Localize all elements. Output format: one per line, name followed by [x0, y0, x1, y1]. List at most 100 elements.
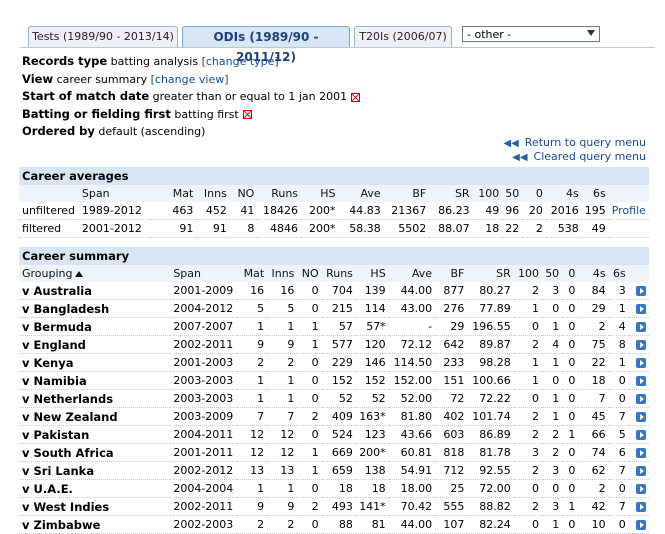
summary-cell: 0	[297, 479, 322, 498]
summary-cell: 1	[513, 353, 543, 372]
averages-header-cell: HS	[301, 185, 339, 202]
query-menu-links: ◀◀ Return to query menu ◀◀ Cleared query m…	[503, 136, 646, 164]
rewind-icon: ◀◀	[512, 152, 528, 163]
other-select-value: - other -	[467, 28, 512, 41]
summary-cell: 44.00	[388, 515, 436, 534]
averages-cell: 91	[196, 219, 230, 238]
arrow-right-icon[interactable]	[636, 430, 646, 440]
summary-header-cell: HS	[355, 265, 389, 282]
row-detail-cell	[628, 443, 649, 462]
arrow-right-icon[interactable]	[636, 286, 646, 296]
averages-header-cell: Runs	[257, 185, 302, 202]
summary-cell: 89.87	[467, 335, 514, 354]
summary-cell: 1	[513, 299, 543, 318]
summary-cell: 0	[297, 425, 322, 444]
arrow-right-icon[interactable]	[636, 412, 646, 422]
averages-header-cell: 4s	[545, 185, 582, 202]
averages-header-row: Span Mat Inns NO Runs HS Ave BF SR 100 50 0 4s 6s	[19, 185, 649, 202]
averages-cell: 18	[472, 219, 503, 238]
row-detail-cell	[628, 353, 649, 372]
summary-cell: 712	[435, 461, 468, 480]
cleared-link-label: Cleared query menu	[533, 150, 646, 163]
summary-header-cell: 50	[542, 265, 563, 282]
row-detail-cell	[628, 497, 649, 516]
summary-row: v Sri Lanka 2002-2012 13 13 1 659 138 54.91 712 9…	[19, 461, 649, 480]
change-type-link[interactable]: [change type]	[202, 55, 279, 68]
summary-header-cell: Mat	[236, 265, 268, 282]
query-summary: Records type batting analysis [change ty…	[22, 53, 361, 141]
arrow-right-icon[interactable]	[636, 304, 646, 314]
arrow-right-icon[interactable]	[636, 448, 646, 458]
summary-row: v Kenya 2001-2003 2 2 0 229 146 114.50 233 98.28 1…	[19, 353, 649, 372]
summary-header-cell: 4s	[578, 265, 609, 282]
summary-cell: 3	[542, 497, 563, 516]
opponent-name: v Zimbabwe	[19, 515, 171, 534]
summary-cell: 1	[236, 317, 268, 336]
summary-cell: 0	[608, 371, 629, 390]
summary-cell: 4	[542, 335, 563, 354]
summary-cell: 0	[562, 407, 579, 426]
return-to-query-menu-link[interactable]: ◀◀ Return to query menu	[503, 136, 646, 150]
tab-tests[interactable]: Tests (1989/90 - 2013/14)	[28, 26, 178, 47]
summary-cell: 2002-2003	[170, 515, 237, 534]
tab-odis[interactable]: ODIs (1989/90 - 2011/12)	[182, 26, 350, 64]
averages-cell: 2001-2012	[78, 219, 151, 238]
row-detail-cell	[628, 515, 649, 534]
row-detail-cell	[628, 479, 649, 498]
arrow-right-icon[interactable]	[636, 394, 646, 404]
arrow-right-icon[interactable]	[636, 466, 646, 476]
change-view-link[interactable]: [change view]	[151, 73, 229, 86]
summary-cell: 107	[435, 515, 468, 534]
summary-cell: 72.00	[467, 479, 514, 498]
summary-cell: 98.28	[467, 353, 514, 372]
summary-cell: 2	[513, 425, 543, 444]
remove-batting-first-icon[interactable]	[242, 110, 252, 119]
averages-cell: 2016	[545, 202, 582, 220]
arrow-right-icon[interactable]	[636, 340, 646, 350]
profile-link[interactable]: Profile	[608, 202, 649, 220]
summary-cell: 200*	[355, 443, 389, 462]
summary-cell: 2003-2003	[170, 371, 237, 390]
arrow-right-icon[interactable]	[636, 502, 646, 512]
arrow-right-icon[interactable]	[636, 520, 646, 530]
summary-cell: 3	[513, 443, 543, 462]
summary-cell: 82.24	[467, 515, 514, 534]
summary-row: v Netherlands 2003-2003 1 1 0 52 52 52.00 72 72.2…	[19, 389, 649, 408]
summary-cell: 1	[608, 299, 629, 318]
other-format-select[interactable]: - other -	[462, 26, 600, 42]
summary-cell: 77.89	[467, 299, 514, 318]
averages-header-cell: Span	[78, 185, 151, 202]
summary-cell: 493	[321, 497, 356, 516]
arrow-right-icon[interactable]	[636, 484, 646, 494]
arrow-right-icon[interactable]	[636, 358, 646, 368]
remove-start-date-icon[interactable]	[351, 92, 361, 102]
summary-cell: 1	[542, 515, 563, 534]
summary-cell: 66	[578, 425, 609, 444]
averages-cell: 200*	[301, 202, 339, 220]
career-averages-caption: Career averages	[19, 167, 649, 185]
summary-cell: 0	[562, 282, 579, 300]
chevron-down-icon	[587, 30, 595, 36]
summary-cell: 60.81	[388, 443, 436, 462]
arrow-right-icon[interactable]	[636, 376, 646, 386]
summary-cell: 0	[297, 515, 322, 534]
summary-cell: 146	[355, 353, 389, 372]
cleared-query-menu-link[interactable]: ◀◀ Cleared query menu	[503, 150, 646, 164]
summary-cell: 603	[435, 425, 468, 444]
averages-header-cell	[608, 185, 649, 202]
averages-header-cell	[19, 185, 79, 202]
arrow-right-icon[interactable]	[636, 322, 646, 332]
summary-cell: 0	[608, 389, 629, 408]
averages-cell: 200*	[301, 219, 339, 238]
summary-cell: 1	[267, 479, 298, 498]
summary-cell: 215	[321, 299, 356, 318]
summary-cell: 52	[321, 389, 356, 408]
summary-header-cell: 0	[562, 265, 579, 282]
tab-t20is[interactable]: T20Is (2006/07)	[354, 26, 452, 47]
summary-cell: 1	[236, 371, 268, 390]
summary-cell: 152	[321, 371, 356, 390]
sort-grouping-header[interactable]: Grouping	[19, 265, 171, 282]
view-label: View	[22, 71, 54, 86]
summary-cell: 0	[513, 317, 543, 336]
row-detail-cell	[628, 425, 649, 444]
